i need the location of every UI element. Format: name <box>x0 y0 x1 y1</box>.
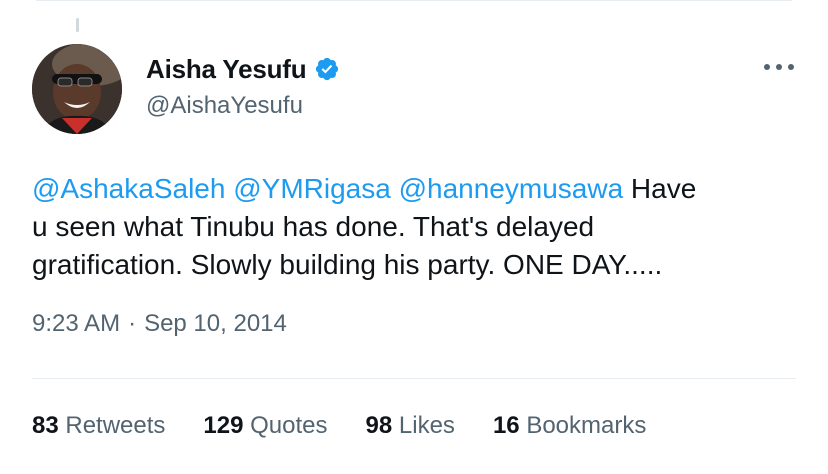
avatar[interactable] <box>32 44 122 134</box>
engagement-stats: 83 Retweets 129 Quotes 98 Likes 16 Bookm… <box>32 412 646 440</box>
tweet-text-line2: u seen what Tinubu has done. That's dela… <box>32 211 595 242</box>
timestamp-separator: · <box>128 310 137 337</box>
tweet-text-line1: Have <box>623 173 697 204</box>
tweet-text: @AshakaSaleh @YMRigasa @hanneymusawa Hav… <box>32 170 802 284</box>
timestamp-time[interactable]: 9:23 AM <box>32 310 120 338</box>
more-options-icon[interactable] <box>764 60 794 74</box>
thread-connector-line <box>76 18 79 32</box>
tweet-timestamp: 9:23 AM · Sep 10, 2014 <box>32 310 287 338</box>
top-divider <box>36 0 792 1</box>
mention-link[interactable]: @YMRigasa <box>233 173 391 204</box>
stats-divider <box>32 378 796 379</box>
author-display-name[interactable]: Aisha Yesufu <box>146 54 307 85</box>
tweet-text-line3: gratification. Slowly building his party… <box>32 249 663 280</box>
timestamp-date[interactable]: Sep 10, 2014 <box>144 310 287 338</box>
verified-badge-icon <box>314 56 340 82</box>
author-handle[interactable]: @AishaYesufu <box>146 92 303 120</box>
author-name-row: Aisha Yesufu <box>146 52 340 86</box>
quotes-stat[interactable]: 129 Quotes <box>203 412 327 440</box>
avatar-image <box>32 44 122 134</box>
retweets-stat[interactable]: 83 Retweets <box>32 412 165 440</box>
mention-link[interactable]: @AshakaSaleh <box>32 173 225 204</box>
likes-stat[interactable]: 98 Likes <box>366 412 455 440</box>
mention-link[interactable]: @hanneymusawa <box>399 173 624 204</box>
bookmarks-stat[interactable]: 16 Bookmarks <box>493 412 646 440</box>
